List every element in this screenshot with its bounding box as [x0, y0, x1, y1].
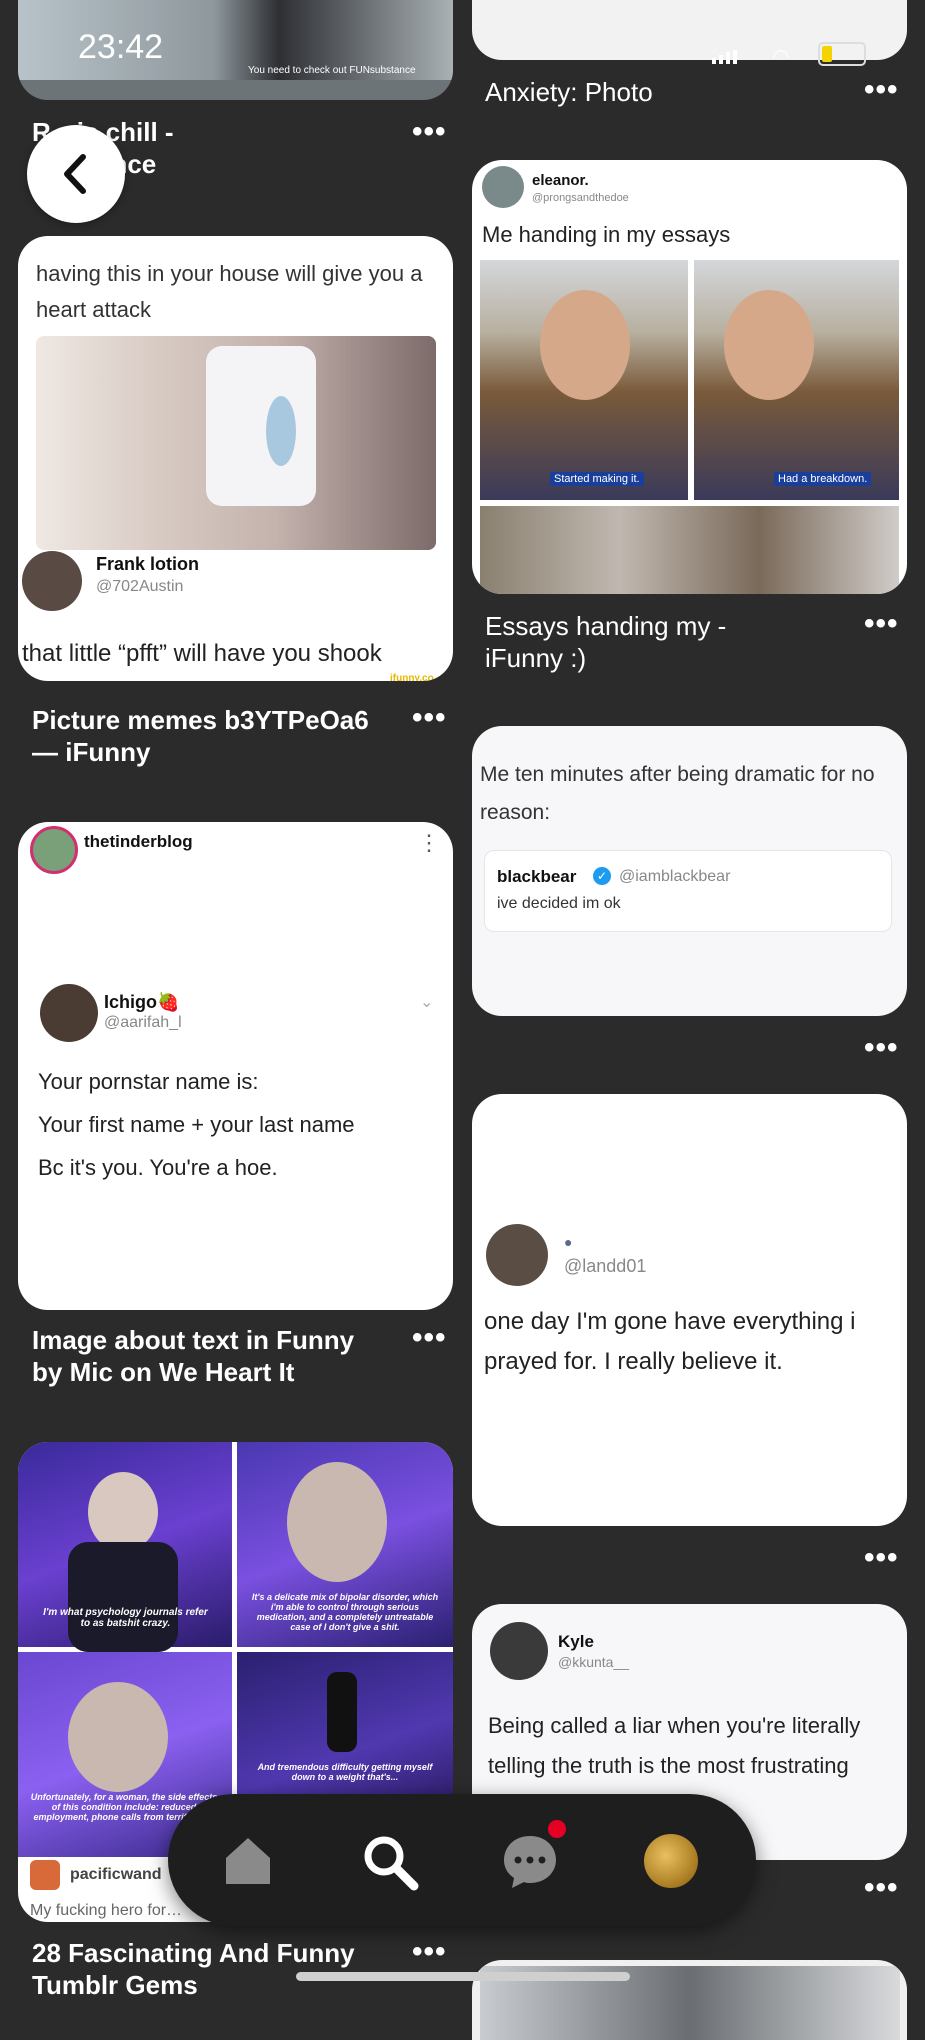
avatar	[30, 1860, 60, 1890]
pin-image-left: Started making it.	[480, 260, 688, 500]
subtitle-1: I'm what psychology journals refer to as…	[43, 1607, 208, 1629]
author-name: Ichigo🍓	[104, 992, 180, 1012]
author-name: eleanor.	[532, 172, 589, 189]
pin-image-right: Had a breakdown.	[694, 260, 899, 500]
avatar	[40, 984, 98, 1042]
avatar	[482, 166, 524, 208]
messages-icon[interactable]	[500, 1820, 566, 1892]
signal-icon	[712, 50, 737, 64]
home-icon[interactable]	[220, 1832, 276, 1888]
author-handle: @702Austin	[96, 578, 184, 595]
more-options-icon[interactable]: •••	[412, 1323, 447, 1353]
pin-image-1: I'm what psychology journals refer to as…	[18, 1442, 232, 1652]
quoted-tweet: blackbear ✓ @iamblackbear ive decided im…	[484, 850, 892, 932]
pin-caption[interactable]: Image about text in Funny by Mic on We H…	[32, 1324, 354, 1388]
pin-line-3: Bc it's you. You're a hoe.	[38, 1155, 278, 1180]
status-time: 23:42	[78, 28, 164, 66]
subtitle-4: And tremendous difficulty getting myself…	[257, 1762, 433, 1782]
author-name: Frank lotion	[96, 554, 199, 574]
avatar	[22, 551, 82, 611]
notification-dot	[548, 1820, 566, 1838]
search-icon[interactable]	[360, 1832, 420, 1892]
speech-bubble-icon: ●	[564, 1234, 573, 1250]
quote-handle: @iamblackbear	[619, 868, 731, 885]
pin-title-text: Me ten minutes after being dramatic for …	[480, 763, 875, 824]
pin-image-bottom	[480, 506, 899, 594]
more-options-icon[interactable]: •••	[864, 609, 899, 639]
pin-card-heart-attack[interactable]: having this in your house will give you …	[18, 236, 453, 681]
more-options-icon[interactable]: •••	[864, 1543, 899, 1573]
pin-title-text: Me handing in my essays	[482, 222, 731, 247]
header-name: thetinderblog	[84, 832, 193, 851]
avatar	[490, 1622, 548, 1680]
back-button[interactable]	[27, 125, 125, 223]
pin-banner: You need to check out FUNsubstance	[248, 65, 416, 76]
pin-line-2: Your first name + your last name	[38, 1112, 355, 1137]
pin-card-one-day[interactable]: ● @landd01 one day I'm gone have everyth…	[472, 1094, 907, 1526]
subtitle-2: It's a delicate mix of bipolar disorder,…	[251, 1592, 439, 1632]
avatar	[486, 1224, 548, 1286]
quote-text: ive decided im ok	[497, 895, 621, 912]
more-options-icon[interactable]: •••	[412, 117, 447, 147]
author-name: Kyle	[558, 1632, 594, 1651]
pin-card-dramatic[interactable]: Me ten minutes after being dramatic for …	[472, 726, 907, 1016]
pin-caption[interactable]: Picture memes b3YTPeOa6 — iFunny	[32, 704, 369, 768]
more-options-icon[interactable]: •••	[864, 1873, 899, 1903]
pin-body-text: one day I'm gone have everything i praye…	[484, 1308, 856, 1375]
back-arrow-icon	[64, 154, 86, 194]
pin-image	[36, 336, 436, 550]
avatar	[30, 826, 78, 874]
quote-name: blackbear	[497, 867, 577, 886]
more-options-icon[interactable]: •••	[864, 1033, 899, 1063]
battery-icon	[818, 42, 866, 66]
pin-title-text: having this in your house will give you …	[36, 261, 423, 322]
author-handle: @prongsandthedoe	[532, 192, 629, 204]
subtitle-left: Started making it.	[550, 472, 644, 486]
verified-icon: ✓	[593, 867, 611, 885]
profile-avatar[interactable]	[644, 1834, 698, 1888]
more-vertical-icon[interactable]: ⋮	[418, 830, 440, 856]
pin-caption[interactable]: 28 Fascinating And Funny Tumblr Gems	[32, 1937, 355, 2001]
footer-text: My fucking hero for…	[30, 1902, 183, 1919]
pin-card-pornstar-name[interactable]: thetinderblog ⋮ Ichigo🍓 @aarifah_l ⌄ You…	[18, 822, 453, 1310]
subtitle-right: Had a breakdown.	[774, 472, 872, 486]
status-icons: ◠	[712, 36, 872, 68]
pin-image-2: It's a delicate mix of bipolar disorder,…	[237, 1442, 453, 1647]
author-handle: @landd01	[564, 1256, 647, 1276]
author-handle: @aarifah_l	[104, 1014, 182, 1031]
more-options-icon[interactable]: •••	[412, 1937, 447, 1967]
watermark: ifunny.co	[390, 673, 434, 681]
more-options-icon[interactable]: •••	[412, 703, 447, 733]
bottom-navigation	[168, 1794, 756, 1926]
chevron-down-icon[interactable]: ⌄	[420, 992, 433, 1012]
footer-name: pacificwand	[70, 1866, 162, 1883]
pin-caption[interactable]: Anxiety: Photo	[485, 76, 653, 108]
wifi-icon: ◠	[772, 46, 790, 68]
home-indicator	[296, 1972, 630, 1981]
pin-caption[interactable]: Essays handing my - iFunny :)	[485, 610, 726, 674]
pin-line-1: Your pornstar name is:	[38, 1069, 259, 1094]
more-options-icon[interactable]: •••	[864, 75, 899, 105]
author-handle: @kkunta__	[558, 1654, 630, 1670]
pin-card-essays[interactable]: eleanor. @prongsandthedoe Me handing in …	[472, 160, 907, 594]
pin-body-text: that little “pfft” will have you shook	[22, 640, 382, 667]
